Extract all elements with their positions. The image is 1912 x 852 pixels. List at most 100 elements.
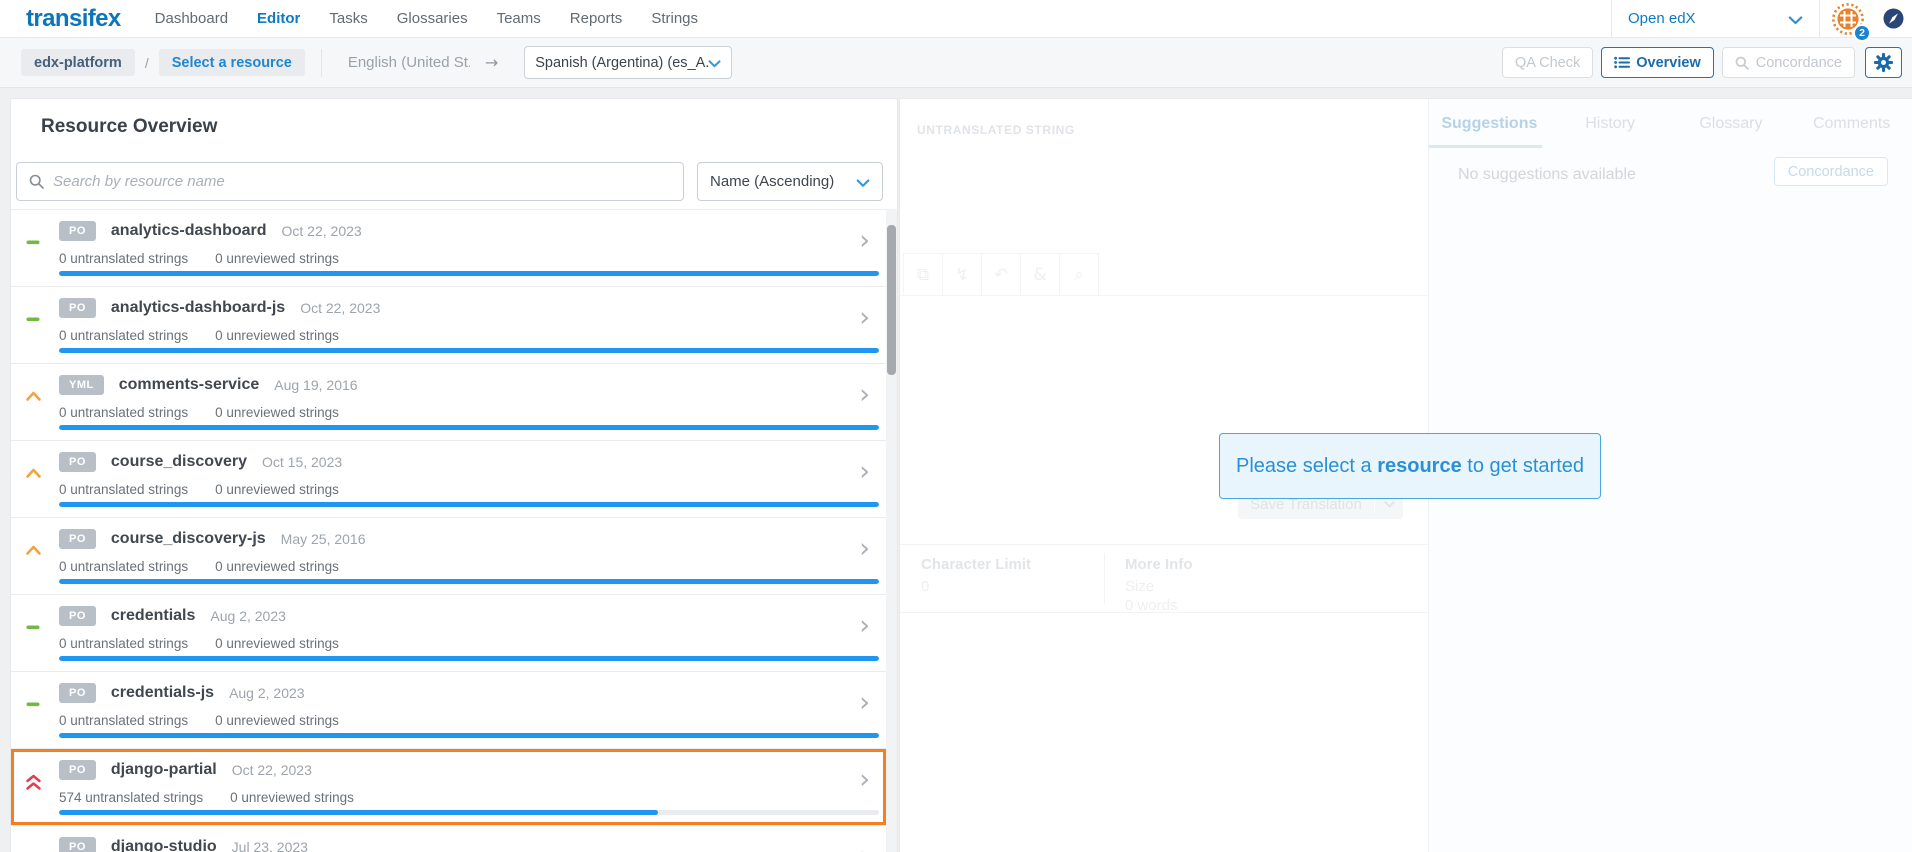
copy-icon[interactable]: ⧉: [903, 253, 943, 296]
divider: [900, 295, 1428, 296]
breadcrumb-project[interactable]: edx-platform: [21, 49, 135, 76]
qa-check-button[interactable]: QA Check: [1502, 47, 1593, 78]
concordance-label: Concordance: [1756, 55, 1842, 71]
overview-button[interactable]: Overview: [1601, 47, 1714, 78]
nav-item-editor[interactable]: Editor: [257, 10, 300, 27]
nav-item-glossaries[interactable]: Glossaries: [397, 10, 468, 27]
chevron-right-icon[interactable]: ›: [859, 381, 870, 408]
undo-icon[interactable]: ↶: [981, 253, 1021, 296]
untranslated-count: 574 untranslated strings: [59, 790, 203, 805]
tab-comments[interactable]: Comments: [1791, 99, 1912, 148]
unreviewed-count: 0 unreviewed strings: [215, 636, 339, 651]
settings-button[interactable]: [1865, 47, 1902, 78]
breadcrumb-select-resource[interactable]: Select a resource: [159, 49, 305, 76]
sort-value: Name (Ascending): [710, 173, 856, 190]
unreviewed-count: 0 unreviewed strings: [215, 713, 339, 728]
sort-select[interactable]: Name (Ascending): [697, 162, 883, 201]
top-nav-bar: transifex Dashboard Editor Tasks Glossaries…: [0, 0, 1912, 38]
nav-item-tasks[interactable]: Tasks: [329, 10, 367, 27]
unreviewed-count: 0 unreviewed strings: [215, 482, 339, 497]
resource-date: Oct 15, 2023: [262, 454, 342, 470]
resource-name: django-partial: [111, 761, 217, 779]
resource-row[interactable]: PO django-partial Oct 22, 2023 574 untra…: [11, 748, 886, 825]
nav-item-reports[interactable]: Reports: [570, 10, 623, 27]
chevron-right-icon[interactable]: ›: [859, 766, 870, 793]
user-avatar[interactable]: 2: [1831, 2, 1865, 36]
chevron-down-icon: [1375, 501, 1403, 508]
resource-row[interactable]: PO course_discovery Oct 15, 2023 0 untra…: [11, 440, 886, 517]
notification-badge: 2: [1853, 24, 1871, 42]
resource-name: comments-service: [119, 376, 260, 394]
progress-bar: [59, 348, 879, 353]
resource-date: Aug 2, 2023: [210, 608, 286, 624]
resource-row[interactable]: PO course_discovery-js May 25, 2016 0 un…: [11, 517, 886, 594]
format-badge: PO: [59, 221, 96, 241]
character-limit-label: Character Limit: [921, 556, 1031, 573]
qa-check-label: QA Check: [1515, 55, 1580, 71]
progress-bar: [59, 502, 879, 507]
scrollbar-thumb[interactable]: [887, 225, 896, 375]
source-string-label: UNTRANSLATED STRING: [917, 123, 1075, 137]
chevron-right-icon[interactable]: ›: [859, 612, 870, 639]
list-icon: [1614, 56, 1630, 69]
compass-icon: [1883, 8, 1904, 29]
chevron-right-icon[interactable]: ›: [859, 843, 870, 852]
unreviewed-count: 0 unreviewed strings: [215, 559, 339, 574]
resource-name: course_discovery-js: [111, 530, 266, 548]
explore-button[interactable]: [1883, 8, 1904, 29]
nav-item-dashboard[interactable]: Dashboard: [155, 10, 228, 27]
lightning-icon[interactable]: ↯: [942, 253, 982, 296]
character-limit-value: 0: [921, 577, 1031, 596]
progress-bar-fill: [59, 425, 879, 430]
chevron-right-icon[interactable]: ›: [859, 458, 870, 485]
resource-date: Oct 22, 2023: [300, 300, 380, 316]
nav-item-strings[interactable]: Strings: [651, 10, 698, 27]
nav-item-teams[interactable]: Teams: [497, 10, 541, 27]
transifex-logo[interactable]: transifex: [26, 5, 121, 33]
divider: [321, 49, 322, 77]
chevron-right-icon[interactable]: ›: [859, 227, 870, 254]
special-characters-icon[interactable]: &: [1020, 253, 1060, 296]
progress-bar: [59, 733, 879, 738]
search-strings-icon[interactable]: ⌕: [1059, 253, 1099, 296]
resource-name: credentials-js: [111, 684, 214, 702]
org-selector[interactable]: Open edX: [1612, 0, 1819, 38]
divider: [1819, 0, 1820, 38]
tab-history[interactable]: History: [1550, 99, 1671, 148]
chevron-right-icon[interactable]: ›: [859, 535, 870, 562]
overview-label: Overview: [1636, 55, 1701, 71]
progress-bar-fill: [59, 348, 879, 353]
resource-row[interactable]: PO credentials-js Aug 2, 2023 0 untransl…: [11, 671, 886, 748]
resource-row[interactable]: PO analytics-dashboard-js Oct 22, 2023 0…: [11, 286, 886, 363]
resource-name: credentials: [111, 607, 195, 625]
resource-row[interactable]: PO django-studio Jul 23, 2023 ›: [11, 825, 886, 852]
concordance-secondary-button[interactable]: Concordance: [1774, 157, 1888, 186]
nav-items: Dashboard Editor Tasks Glossaries Teams Repor…: [155, 10, 698, 27]
target-language-select[interactable]: Spanish (Argentina) (es_A...: [524, 46, 732, 79]
resource-date: Jul 23, 2023: [232, 839, 308, 852]
tab-glossary[interactable]: Glossary: [1671, 99, 1792, 148]
chevron-right-icon[interactable]: ›: [859, 304, 870, 331]
unreviewed-count: 0 unreviewed strings: [215, 405, 339, 420]
tab-suggestions[interactable]: Suggestions: [1429, 99, 1550, 148]
search-icon: [29, 174, 44, 189]
format-badge: PO: [59, 683, 96, 703]
progress-bar: [59, 579, 879, 584]
concordance-button[interactable]: Concordance: [1722, 47, 1855, 78]
progress-bar-fill: [59, 579, 879, 584]
translation-editor-panel: UNTRANSLATED STRING ⧉↯↶&⌕ Save Translati…: [899, 98, 1912, 852]
resource-row[interactable]: PO analytics-dashboard Oct 22, 2023 0 un…: [11, 209, 886, 286]
resource-search-box: [16, 162, 684, 201]
resource-row[interactable]: PO credentials Aug 2, 2023 0 untranslate…: [11, 594, 886, 671]
priority-icon: [25, 774, 43, 790]
no-suggestions-text: No suggestions available: [1458, 166, 1636, 184]
resource-row[interactable]: YML comments-service Aug 19, 2016 0 untr…: [11, 363, 886, 440]
format-badge: PO: [59, 760, 96, 780]
chevron-right-icon[interactable]: ›: [859, 689, 870, 716]
unreviewed-count: 0 unreviewed strings: [230, 790, 354, 805]
unreviewed-count: 0 unreviewed strings: [215, 251, 339, 266]
search-input[interactable]: [53, 173, 671, 190]
priority-icon: [25, 312, 43, 328]
progress-bar: [59, 425, 879, 430]
more-info-words: 0 words: [1125, 596, 1193, 615]
